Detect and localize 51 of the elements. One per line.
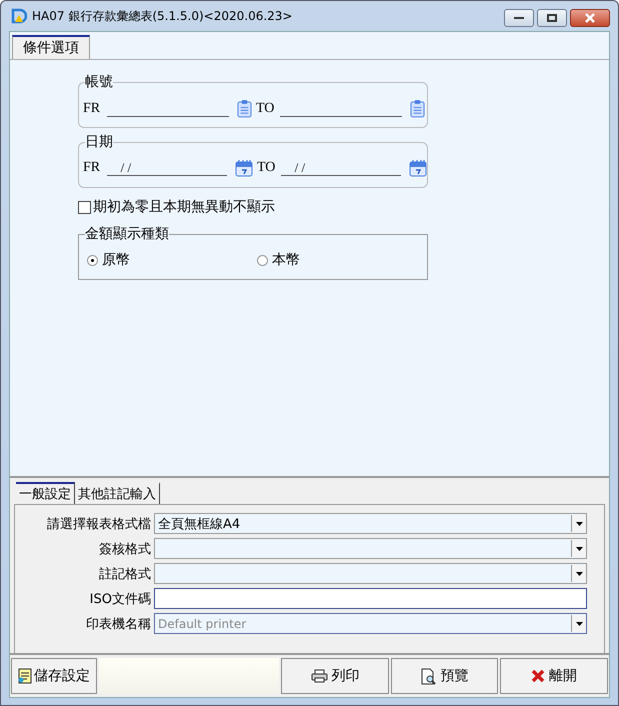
group-legend: 日期 (85, 133, 113, 151)
group-legend: 金額顯示種類 (85, 225, 169, 243)
dropdown-arrow-icon (576, 622, 582, 626)
range-label: FR (83, 160, 102, 176)
field-label: 簽核格式 (98, 540, 151, 558)
dropdown-arrow-icon (576, 546, 582, 550)
tab[interactable]: 其他註記輸入 (75, 482, 160, 504)
dropdown-arrow-icon (576, 572, 582, 576)
close-icon (584, 13, 596, 23)
range-label: TO (256, 100, 276, 116)
maximize-icon (547, 14, 557, 22)
tab[interactable]: 一般設定 (16, 482, 75, 504)
exit-button[interactable]: 離開 (500, 658, 608, 694)
input-field[interactable]: / / (280, 160, 401, 176)
radio-label: 原幣 (102, 251, 130, 269)
minimize-icon (514, 16, 524, 20)
dropdown-field[interactable] (154, 538, 587, 559)
clipboard-icon[interactable] (237, 99, 252, 118)
save-settings-button[interactable]: 儲存設定 (11, 658, 97, 694)
close-button[interactable] (570, 9, 610, 27)
maximize-button[interactable] (537, 9, 567, 27)
group-legend: 帳號 (85, 73, 113, 91)
clipboard-icon[interactable] (410, 99, 425, 118)
input-field[interactable] (154, 588, 587, 609)
input-field[interactable]: / / (106, 160, 227, 176)
printer-icon (310, 669, 328, 683)
app-logo-icon (11, 8, 27, 24)
range-label: TO (257, 160, 276, 176)
checkbox[interactable] (78, 200, 91, 214)
field-label: 註記格式 (98, 566, 151, 582)
checkbox-label: 期初為零且本期無異動不顯示 (93, 198, 275, 216)
calendar-icon[interactable] (235, 159, 253, 177)
radio-label: 本幣 (272, 251, 300, 269)
print-button[interactable]: 列印 (281, 658, 389, 694)
calendar-icon[interactable] (409, 159, 427, 177)
window-title: HA07 銀行存款彙總表(5.1.5.0)<2020.06.23> (32, 8, 292, 24)
radio-button[interactable] (87, 254, 98, 266)
cross-icon (531, 669, 546, 683)
dropdown-arrow-icon (576, 522, 582, 526)
preview-button[interactable]: 預覽 (390, 658, 498, 694)
magnifier-document-icon (420, 668, 437, 684)
field-label: 請選擇報表格式檔 (46, 516, 151, 532)
dropdown-field[interactable] (154, 563, 587, 584)
tab[interactable]: 條件選項 (12, 35, 90, 59)
dropdown-field[interactable]: 全頁無框線A4 (154, 513, 587, 534)
minimize-button[interactable] (504, 9, 534, 27)
document-icon (18, 668, 32, 684)
range-label: FR (83, 100, 102, 116)
field-label: ISO文件碼 (88, 590, 151, 608)
radio-button[interactable] (257, 254, 268, 266)
field-label: 印表機名稱 (85, 616, 151, 632)
